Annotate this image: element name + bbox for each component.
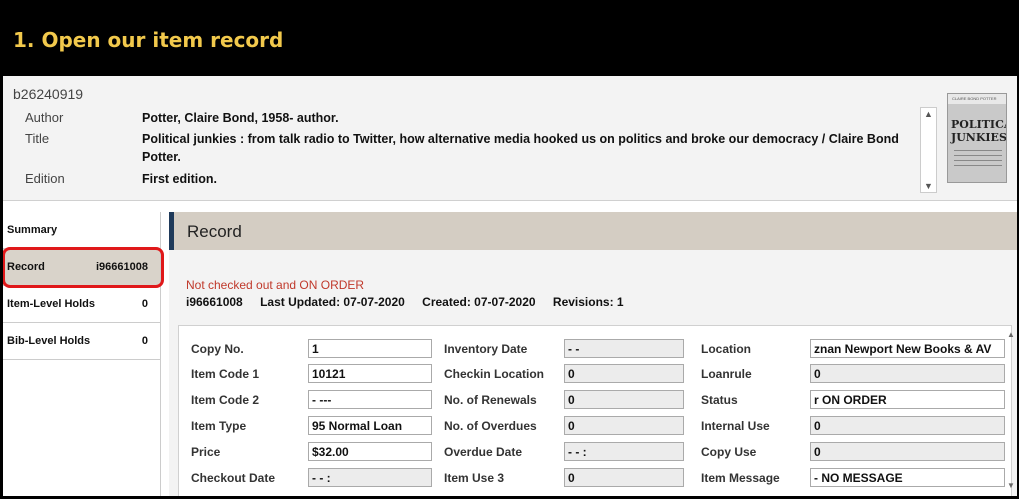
inventory-date-label: Inventory Date	[444, 342, 528, 356]
sidebar-item-label: Item-Level Holds	[7, 298, 96, 310]
internal-use-field[interactable]: 0	[810, 416, 1005, 435]
status-field[interactable]: r ON ORDER	[810, 390, 1005, 409]
overdue-date-label: Overdue Date	[444, 445, 523, 459]
record-scrollbar[interactable]: ▲ ▼	[1007, 330, 1015, 490]
edition-value: First edition.	[142, 172, 217, 186]
no-of-overdues-field[interactable]: 0	[564, 416, 684, 435]
item-use-3-field[interactable]: 0	[564, 468, 684, 487]
title-label: Title	[25, 131, 50, 146]
bib-scrollbar[interactable]: ▲ ▼	[920, 107, 937, 193]
tutorial-banner: 1. Open our item record	[0, 0, 1019, 78]
created-date: Created: 07-07-2020	[422, 295, 536, 309]
no-of-overdues-label: No. of Overdues	[444, 419, 537, 433]
bib-number: b26240919	[13, 86, 84, 102]
internal-use-label: Internal Use	[701, 419, 770, 433]
sidebar-item-value: 0	[141, 335, 148, 347]
copy-no-field[interactable]: 1	[308, 339, 432, 358]
record-heading: Record	[187, 222, 242, 241]
checkin-location-label: Checkin Location	[444, 367, 545, 381]
no-of-renewals-label: No. of Renewals	[444, 393, 537, 407]
item-type-label: Item Type	[191, 419, 247, 433]
cover-title: POLITICAL JUNKIES	[951, 118, 1007, 144]
highlight-box	[3, 247, 164, 288]
copy-no-label: Copy No.	[191, 342, 244, 356]
loanrule-label: Loanrule	[701, 367, 752, 381]
item-message-field[interactable]: - NO MESSAGE	[810, 468, 1005, 487]
author-label: Author	[25, 110, 64, 125]
book-cover-image: CLAIRE BOND POTTER POLITICAL JUNKIES	[947, 93, 1007, 183]
last-updated: Last Updated: 07-07-2020	[260, 295, 405, 309]
sidebar-item-label: Summary	[7, 224, 58, 236]
title-value: Political junkies : from talk radio to T…	[142, 132, 899, 164]
location-field[interactable]: znan Newport New Books & AV	[810, 339, 1005, 358]
status-label: Status	[701, 393, 738, 407]
overdue-date-field[interactable]: - - :	[564, 442, 684, 461]
item-fields-grid: Copy No. 1 Item Code 1 10121 Item Code 2- --…	[178, 325, 1012, 496]
item-code-2-label: Item Code 2	[191, 393, 260, 407]
sidebar-item-bib-level-holds[interactable]: Bib-Level Holds 0	[3, 323, 160, 360]
item-code-1-field[interactable]: 10121	[308, 364, 432, 383]
record-panel: Record Not checked out and ON ORDER i966…	[169, 212, 1017, 496]
loanrule-field[interactable]: 0	[810, 364, 1005, 383]
cover-author: CLAIRE BOND POTTER	[952, 96, 997, 101]
revisions-count: Revisions: 1	[552, 295, 624, 309]
bib-header: b26240919 Author Potter, Claire Bond, 19…	[3, 76, 1017, 201]
sidebar-item-label: Bib-Level Holds	[7, 335, 91, 347]
price-field[interactable]: $32.00	[308, 442, 432, 461]
record-heading-bar: Record	[169, 212, 1017, 250]
price-label: Price	[191, 445, 221, 459]
checkout-date-field[interactable]: - - :	[308, 468, 432, 487]
item-number: i96661008	[186, 295, 243, 309]
edition-label: Edition	[25, 171, 65, 186]
inventory-date-field[interactable]: - -	[564, 339, 684, 358]
sidebar-item-item-level-holds[interactable]: Item-Level Holds 0	[3, 286, 160, 323]
author-value: Potter, Claire Bond, 1958- author.	[142, 111, 339, 125]
scroll-up-icon[interactable]: ▲	[924, 109, 933, 119]
record-meta: i96661008 Last Updated: 07-07-2020 Creat…	[186, 295, 638, 309]
item-record-window: b26240919 Author Potter, Claire Bond, 19…	[3, 76, 1017, 496]
item-type-field[interactable]: 95 Normal Loan	[308, 416, 432, 435]
checkout-date-label: Checkout Date	[191, 471, 276, 485]
sidebar-item-summary[interactable]: Summary	[3, 212, 160, 249]
scroll-down-icon[interactable]: ▼	[1007, 481, 1015, 490]
copy-use-field[interactable]: 0	[810, 442, 1005, 461]
item-code-2-field[interactable]: - ---	[308, 390, 432, 409]
item-use-3-label: Item Use 3	[444, 471, 505, 485]
banner-title: 1. Open our item record	[13, 28, 284, 52]
scroll-up-icon[interactable]: ▲	[1007, 330, 1015, 339]
item-status-message: Not checked out and ON ORDER	[186, 278, 365, 292]
copy-use-label: Copy Use	[701, 445, 757, 459]
sidebar-item-value: 0	[141, 298, 148, 310]
item-message-label: Item Message	[701, 471, 780, 485]
scroll-down-icon[interactable]: ▼	[924, 181, 933, 191]
item-code-1-label: Item Code 1	[191, 367, 260, 381]
location-label: Location	[701, 342, 751, 356]
checkin-location-field[interactable]: 0	[564, 364, 684, 383]
no-of-renewals-field[interactable]: 0	[564, 390, 684, 409]
